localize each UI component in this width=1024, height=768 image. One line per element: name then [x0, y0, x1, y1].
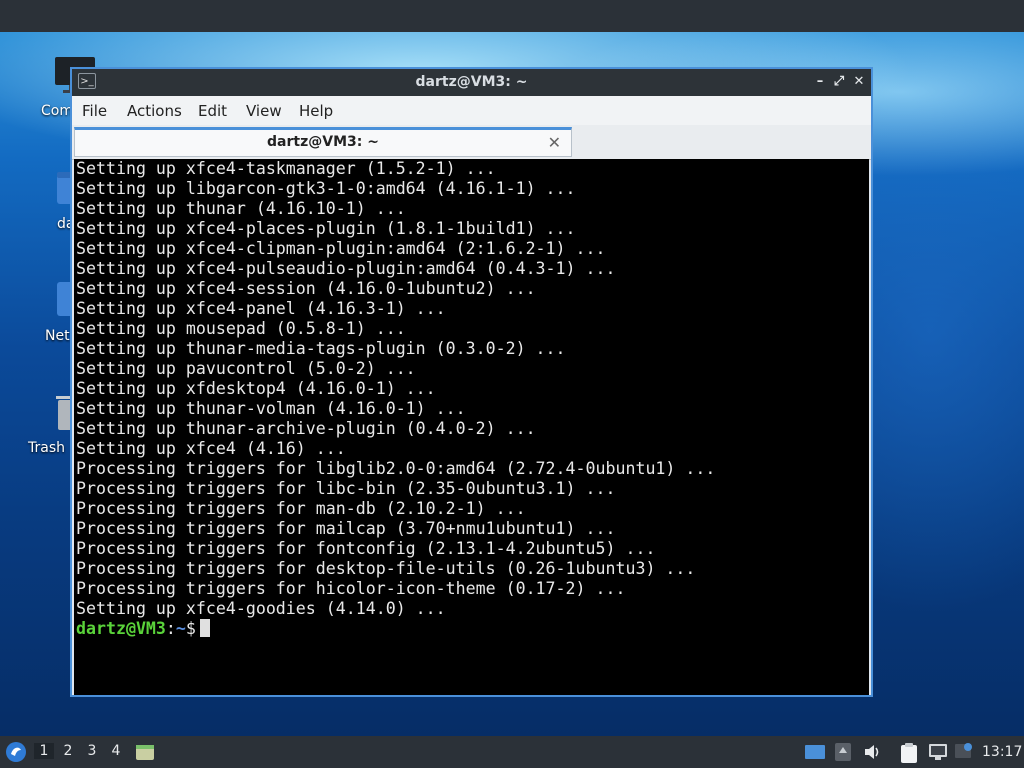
tab-terminal[interactable]: dartz@VM3: ~ ✕ — [74, 127, 572, 157]
menu-bar: File Actions Edit View Help — [72, 96, 871, 125]
terminal-line: Setting up thunar-media-tags-plugin (0.3… — [76, 339, 566, 358]
tab-title: dartz@VM3: ~ — [267, 134, 379, 150]
terminal-line: Setting up xfce4-goodies (4.14.0) ... — [76, 599, 446, 618]
workspace-4[interactable]: 4 — [106, 743, 126, 759]
menu-actions[interactable]: Actions — [127, 102, 182, 120]
terminal-line: Setting up xfce4-session (4.16.0-1ubuntu… — [76, 279, 536, 298]
volume-icon[interactable] — [862, 742, 882, 762]
notification-icon[interactable] — [954, 742, 974, 762]
network-status-icon[interactable] — [927, 742, 949, 762]
terminal-line: Setting up thunar-volman (4.16.0-1) ... — [76, 399, 466, 418]
workspace-3[interactable]: 3 — [82, 743, 102, 759]
file-manager-icon[interactable] — [134, 741, 156, 763]
close-button[interactable]: ✕ — [849, 72, 869, 92]
tab-bar: dartz@VM3: ~ ✕ — [72, 125, 871, 160]
terminal-line: Processing triggers for man-db (2.10.2-1… — [76, 499, 526, 518]
terminal-line: Setting up thunar-archive-plugin (0.4.0-… — [76, 419, 536, 438]
maximize-button[interactable]: ⤢ — [829, 72, 849, 92]
terminal-line: Processing triggers for fontconfig (2.13… — [76, 539, 656, 558]
workspace-2[interactable]: 2 — [58, 743, 78, 759]
terminal-line: Processing triggers for libglib2.0-0:amd… — [76, 459, 716, 478]
terminal-line: Setting up libgarcon-gtk3-1-0:amd64 (4.1… — [76, 179, 576, 198]
terminal-line: Processing triggers for hicolor-icon-the… — [76, 579, 626, 598]
terminal-line: Setting up thunar (4.16.10-1) ... — [76, 199, 406, 218]
workspace-1[interactable]: 1 — [34, 743, 54, 759]
terminal-line: Setting up xfce4 (4.16) ... — [76, 439, 346, 458]
terminal-output[interactable]: Setting up xfce4-taskmanager (1.5.2-1) .… — [74, 159, 869, 695]
terminal-line: Processing triggers for mailcap (3.70+nm… — [76, 519, 616, 538]
window-title: dartz@VM3: ~ — [415, 74, 528, 90]
minimize-button[interactable]: – — [810, 72, 830, 92]
start-menu-icon[interactable] — [5, 741, 27, 763]
prompt-symbol: $ — [185, 619, 196, 638]
terminal-line: Setting up xfce4-pulseaudio-plugin:amd64… — [76, 259, 616, 278]
terminal-line: Setting up mousepad (0.5.8-1) ... — [76, 319, 406, 338]
prompt-user-host: dartz@VM3 — [76, 619, 166, 638]
clock[interactable]: 13:17 — [982, 744, 1022, 760]
menu-view[interactable]: View — [246, 102, 282, 120]
text-cursor — [199, 619, 210, 637]
tab-close-button[interactable]: ✕ — [548, 133, 561, 152]
bottom-panel: 1 2 3 4 13:17 — [0, 736, 1024, 768]
top-panel — [0, 0, 1024, 32]
clipboard-icon[interactable] — [899, 742, 919, 764]
terminal-prompt-line[interactable]: dartz@VM3:~$ — [76, 619, 210, 639]
terminal-line: Setting up xfdesktop4 (4.16.0-1) ... — [76, 379, 436, 398]
menu-help[interactable]: Help — [299, 102, 333, 120]
terminal-window[interactable]: >_ dartz@VM3: ~ – ⤢ ✕ File Actions Edit … — [70, 67, 873, 697]
terminal-line: Setting up xfce4-taskmanager (1.5.2-1) .… — [76, 159, 496, 178]
prompt-path: ~ — [175, 619, 186, 638]
terminal-line: Processing triggers for libc-bin (2.35-0… — [76, 479, 616, 498]
terminal-line: Setting up xfce4-clipman-plugin:amd64 (2… — [76, 239, 606, 258]
terminal-line: Setting up xfce4-panel (4.16.3-1) ... — [76, 299, 446, 318]
terminal-line: Setting up xfce4-places-plugin (1.8.1-1b… — [76, 219, 576, 238]
updates-icon[interactable] — [834, 742, 852, 762]
terminal-line: Setting up pavucontrol (5.0-2) ... — [76, 359, 416, 378]
terminal-line: Processing triggers for desktop-file-uti… — [76, 559, 696, 578]
prompt-separator: : — [165, 619, 176, 638]
menu-edit[interactable]: Edit — [198, 102, 227, 120]
show-desktop-icon[interactable] — [804, 742, 826, 762]
menu-file[interactable]: File — [82, 102, 107, 120]
title-bar[interactable]: >_ dartz@VM3: ~ – ⤢ ✕ — [72, 69, 871, 96]
